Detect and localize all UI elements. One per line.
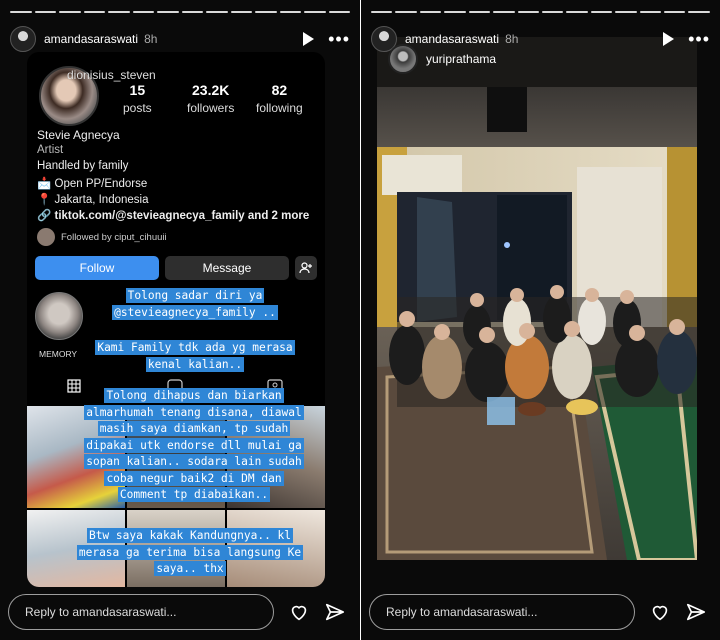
profile-category: Artist [37, 144, 64, 156]
avatar[interactable] [10, 26, 36, 52]
profile-name: Stevie Agnecya [37, 128, 120, 142]
posts-count: 15 [129, 82, 146, 98]
more-options-icon[interactable]: ••• [328, 30, 350, 48]
following-label: following [256, 101, 303, 115]
followed-by-text: Followed by ciput_cihuuii [61, 231, 167, 243]
bio-link: 🔗 tiktok.com/@stevieagnecya_family and 2… [37, 210, 310, 222]
heart-icon[interactable] [288, 601, 310, 623]
story-username[interactable]: amandasaraswati [44, 32, 138, 46]
more-options-icon[interactable]: ••• [688, 30, 710, 48]
story-footer: Reply to amandasaraswati... [8, 592, 352, 632]
annotation-block-3: Tolong dihapus dan biarkan almarhumah te… [84, 388, 304, 502]
follow-button: Follow [35, 256, 159, 280]
play-icon[interactable] [663, 32, 675, 46]
bio-line: 📩 Open PP/Endorse [37, 178, 148, 190]
reply-input[interactable]: Reply to amandasaraswati... [369, 594, 635, 630]
story-footer: Reply to amandasaraswati... [369, 592, 712, 632]
add-user-icon [299, 262, 312, 274]
highlight-label: MEMORY [39, 349, 78, 359]
story-progress-bar [10, 11, 350, 13]
reshared-from[interactable]: yuriprathama [388, 44, 496, 74]
bio-line: 📍 Jakarta, Indonesia [37, 194, 149, 206]
story-left[interactable]: amandasaraswati 8h ••• dionisius_steven … [0, 0, 360, 640]
followers-count: 23.2K [192, 82, 230, 98]
annotation-block-4: Btw saya kakak Kandungnya.. kl merasa ga… [76, 528, 304, 576]
following-count: 82 [271, 82, 288, 98]
followed-by: Followed by ciput_cihuuii [37, 228, 167, 246]
story-right[interactable]: amandasaraswati 8h ••• yuriprathama Repl… [361, 0, 720, 640]
annotation-block-1: Tolong sadar diri ya @stevieagnecya_fami… [112, 288, 278, 320]
follower-avatar [37, 228, 55, 246]
message-button: Message [165, 256, 289, 280]
play-icon[interactable] [303, 32, 315, 46]
mention-username[interactable]: yuriprathama [426, 52, 496, 66]
profile-handle: dionisius_steven [67, 68, 156, 82]
bio-line: Handled by family [37, 160, 129, 172]
followers-label: followers [187, 101, 235, 115]
mention-avatar[interactable] [388, 44, 418, 74]
heart-icon[interactable] [649, 601, 671, 623]
followers-stat: 23.2K followers [187, 82, 234, 115]
posts-stat: 15 posts [123, 82, 152, 115]
send-icon[interactable] [324, 601, 346, 623]
story-highlight [35, 292, 83, 340]
group-photo-image [377, 37, 697, 560]
story-timestamp: 8h [144, 32, 158, 46]
posts-label: posts [123, 101, 152, 115]
following-stat: 82 following [256, 82, 303, 115]
add-user-button [295, 256, 317, 280]
send-icon[interactable] [685, 601, 707, 623]
story-timestamp: 8h [505, 32, 519, 46]
story-photo [377, 37, 697, 560]
story-progress-bar [371, 11, 710, 13]
reply-input[interactable]: Reply to amandasaraswati... [8, 594, 274, 630]
story-header: amandasaraswati 8h ••• [10, 24, 350, 54]
annotation-block-2: Kami Family tdk ada yg merasa kenal kali… [95, 340, 295, 372]
